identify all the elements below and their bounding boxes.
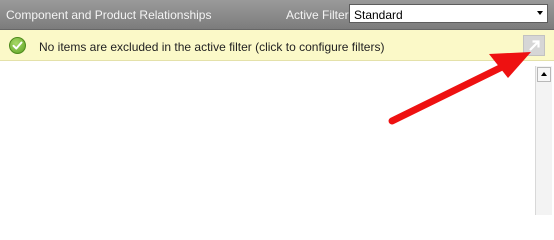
vertical-scrollbar[interactable] xyxy=(535,66,552,215)
relationships-list xyxy=(0,61,554,215)
filter-notice-bar[interactable]: No items are excluded in the active filt… xyxy=(0,30,554,61)
scroll-up-button[interactable] xyxy=(537,67,551,82)
active-filter-label: Active Filter xyxy=(286,8,349,22)
panel-title: Component and Product Relationships xyxy=(6,8,212,22)
active-filter-value: Standard xyxy=(354,8,403,22)
configure-filters-button[interactable] xyxy=(523,35,545,56)
filter-notice-text[interactable]: No items are excluded in the active filt… xyxy=(39,40,384,54)
panel-header: Component and Product Relationships Acti… xyxy=(0,0,554,30)
chevron-down-icon xyxy=(537,11,543,15)
check-circle-icon xyxy=(9,37,26,54)
active-filter-dropdown[interactable]: Standard xyxy=(349,4,548,23)
chevron-up-icon xyxy=(541,72,547,76)
